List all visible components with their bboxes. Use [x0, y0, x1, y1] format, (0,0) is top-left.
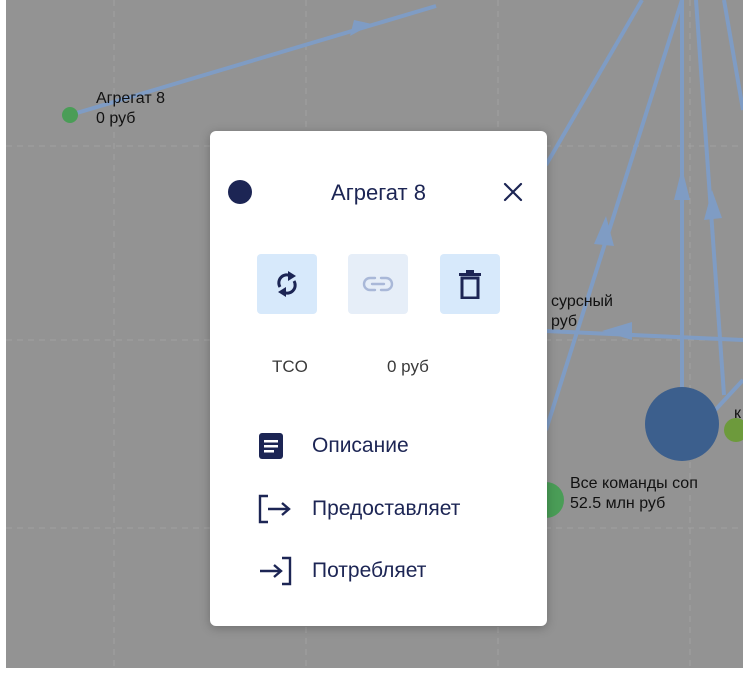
trash-icon	[459, 270, 481, 299]
node-label-line: 52.5 млн руб	[570, 495, 666, 512]
delete-button[interactable]	[440, 254, 500, 314]
node-label-right: к	[734, 404, 741, 424]
node-label-vse-komandy: Все команды соп 52.5 млн руб	[570, 474, 698, 514]
menu-item-description[interactable]: Описание	[258, 426, 518, 466]
menu-item-provides[interactable]: Предоставляет	[258, 489, 518, 529]
edge	[544, 0, 684, 431]
menu-item-label: Предоставляет	[312, 497, 461, 520]
node-popup: Агрегат 8 TCO 0 руб Описание Предоставля…	[210, 131, 547, 626]
arrowhead	[674, 168, 690, 200]
node-label-line: сурсный	[551, 293, 613, 310]
link-icon	[362, 276, 394, 292]
tco-label: TCO	[272, 357, 308, 376]
refresh-button[interactable]	[257, 254, 317, 314]
menu-item-label: Описание	[312, 434, 409, 457]
consume-icon	[258, 553, 294, 589]
close-icon	[503, 182, 523, 202]
document-icon	[258, 428, 294, 464]
refresh-icon	[277, 271, 297, 297]
node-label-line: Агрегат 8	[96, 90, 166, 107]
edge	[722, 0, 743, 111]
arrowhead	[704, 190, 722, 220]
provide-icon	[258, 491, 294, 527]
node-big	[645, 387, 719, 461]
node-label-line: Все команды соп	[570, 475, 698, 492]
node-agregat-8	[62, 107, 78, 123]
node-label-line: к	[734, 405, 741, 422]
tco-value: 0 руб	[387, 357, 429, 376]
node-label-agregat-8: Агрегат 8 0 руб	[96, 89, 165, 129]
node-label-resource: сурсный руб	[551, 292, 613, 332]
menu-item-consumes[interactable]: Потребляет	[258, 551, 518, 591]
node-label-line: руб	[551, 313, 578, 330]
link-button[interactable]	[348, 254, 408, 314]
close-button[interactable]	[496, 175, 530, 209]
menu-item-label: Потребляет	[312, 559, 427, 582]
node-label-line: 0 руб	[96, 110, 136, 127]
edge	[544, 0, 644, 167]
